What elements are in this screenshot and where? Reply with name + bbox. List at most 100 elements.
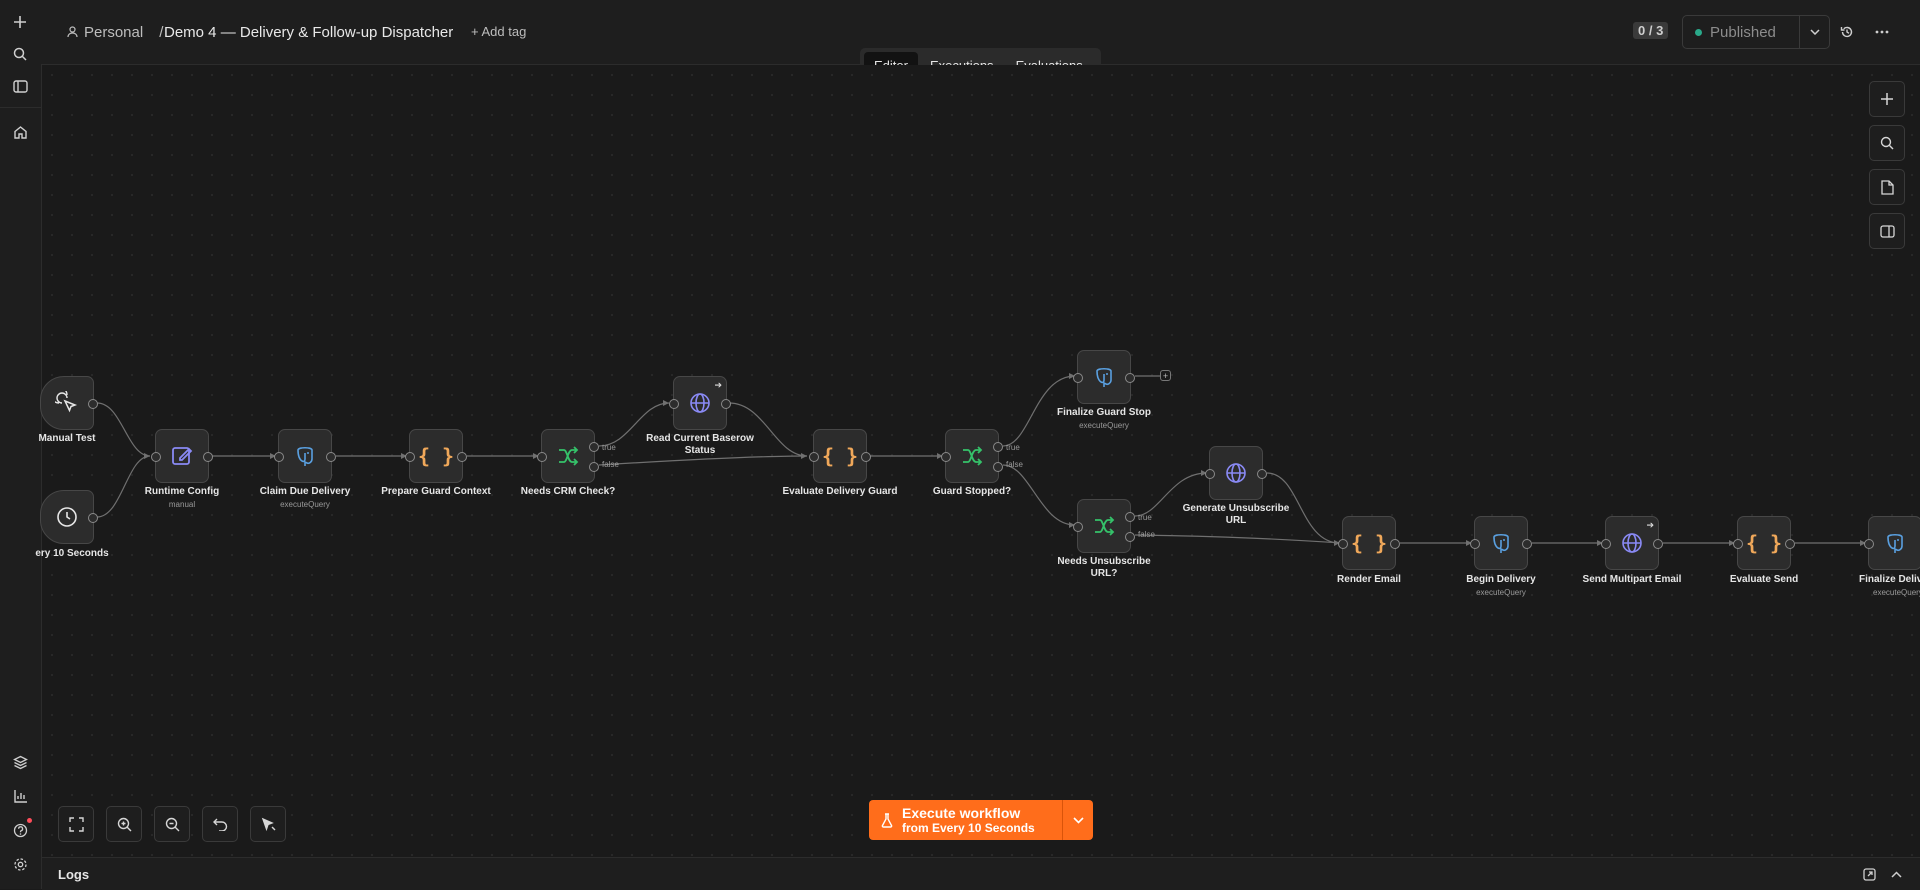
node-guard-stopped[interactable] [941,429,1003,483]
node-finalize-guard-stop[interactable] [1073,350,1135,404]
arrow-right-icon: ➔ [714,380,722,390]
output-port[interactable] [1785,539,1795,549]
output-port[interactable] [1653,539,1663,549]
output-port[interactable] [88,399,98,409]
fit-view-button[interactable] [58,806,94,842]
input-port[interactable] [405,452,415,462]
node-render-email[interactable]: { } [1338,516,1400,570]
chevron-down-icon[interactable] [1063,800,1093,840]
zoom-in-button[interactable] [106,806,142,842]
input-port[interactable] [1073,373,1083,383]
output-port[interactable] [203,452,213,462]
node-label: Send Multipart Email [1582,574,1682,585]
code-braces-icon: { } [1350,531,1388,555]
node-claim-due-delivery[interactable] [274,429,336,483]
execute-workflow-button[interactable]: Execute workflow from Every 10 Seconds [869,800,1093,840]
node-label: ery 10 Seconds [35,548,109,559]
input-port[interactable] [809,452,819,462]
input-port[interactable] [1338,539,1348,549]
node-evaluate-send[interactable]: { } [1733,516,1795,570]
node-prepare-guard-context[interactable]: { } [405,429,467,483]
tidy-up-button[interactable] [250,806,286,842]
input-port[interactable] [537,452,547,462]
node-needs-crm-check[interactable] [537,429,599,483]
code-braces-icon: { } [417,444,455,468]
undo-button[interactable] [202,806,238,842]
false-output-port[interactable] [1125,532,1135,542]
node-needs-unsubscribe-url[interactable] [1073,499,1135,553]
input-port[interactable] [1073,522,1083,532]
node-label: Evaluate Delivery Guard [782,486,898,497]
panel-toggle-button[interactable] [1869,213,1905,249]
node-label: Runtime Config [144,486,220,497]
globe-icon [1224,461,1248,485]
add-node-button[interactable] [1869,81,1905,117]
node-label: Finalize Guard Stop [1057,407,1151,418]
node-label: Guard Stopped? [932,486,1012,497]
node-label: Begin Delivery [1466,574,1536,585]
node-evaluate-delivery-guard[interactable]: { } [809,429,871,483]
add-node-button[interactable]: + [1160,370,1171,381]
output-port[interactable] [326,452,336,462]
input-port[interactable] [1205,469,1215,479]
input-port[interactable] [941,452,951,462]
node-finalize-delivery[interactable] [1864,516,1920,570]
node-runtime-config[interactable] [151,429,213,483]
code-braces-icon: { } [1745,531,1783,555]
node-generate-unsubscribe-url[interactable] [1205,446,1267,500]
node-subtitle: executeQuery [1476,588,1526,597]
sticky-note-button[interactable] [1869,169,1905,205]
node-subtitle: executeQuery [1873,588,1920,597]
if-branch-icon [1092,514,1116,538]
node-label: Needs Unsubscribe URL? [1057,556,1151,579]
zoom-out-button[interactable] [154,806,190,842]
false-label: false [1006,460,1023,469]
input-port[interactable] [274,452,284,462]
logs-panel[interactable]: Logs [42,857,1920,890]
postgres-icon [293,444,317,468]
node-label: Evaluate Send [1729,574,1799,585]
output-port[interactable] [1125,373,1135,383]
input-port[interactable] [1601,539,1611,549]
false-output-port[interactable] [993,462,1003,472]
code-braces-icon: { } [821,444,859,468]
pop-out-icon[interactable] [1861,866,1877,882]
pointer-click-icon [55,391,79,415]
output-port[interactable] [721,399,731,409]
arrow-right-icon: ➔ [1646,520,1654,530]
node-label: Finalize Delive [1859,574,1920,585]
true-output-port[interactable] [993,442,1003,452]
node-label: Needs CRM Check? [520,486,616,497]
node-subtitle: executeQuery [280,500,330,509]
true-label: true [1138,513,1152,522]
true-label: true [602,443,616,452]
true-output-port[interactable] [1125,512,1135,522]
search-nodes-button[interactable] [1869,125,1905,161]
globe-icon [688,391,712,415]
input-port[interactable] [1733,539,1743,549]
node-label: Read Current Baserow Status [646,433,754,456]
input-port[interactable] [669,399,679,409]
node-label: Prepare Guard Context [381,486,491,497]
false-output-port[interactable] [589,462,599,472]
node-schedule-trigger[interactable] [40,490,98,544]
output-port[interactable] [1390,539,1400,549]
output-port[interactable] [861,452,871,462]
output-port[interactable] [1257,469,1267,479]
postgres-icon [1883,531,1907,555]
input-port[interactable] [151,452,161,462]
node-manual-test[interactable] [40,376,98,430]
execute-title: Execute workflow [902,805,1021,821]
node-label: Manual Test [38,433,96,444]
chevron-up-icon[interactable] [1888,866,1904,882]
node-begin-delivery[interactable] [1470,516,1532,570]
input-port[interactable] [1864,539,1874,549]
true-output-port[interactable] [589,442,599,452]
output-port[interactable] [457,452,467,462]
node-read-baserow-status[interactable]: ➔ [669,376,731,430]
output-port[interactable] [1522,539,1532,549]
logs-label[interactable]: Logs [58,867,89,882]
input-port[interactable] [1470,539,1480,549]
output-port[interactable] [88,513,98,523]
node-send-multipart-email[interactable]: ➔ [1601,516,1663,570]
